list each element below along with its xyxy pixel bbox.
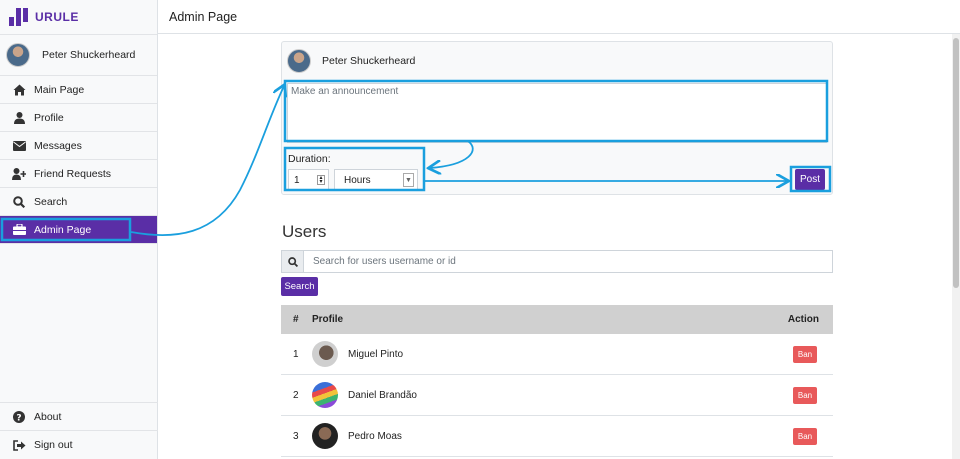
sidebar-user-name: Peter Shuckerheard [42, 49, 136, 61]
search-icon [281, 250, 304, 273]
sidebar-item-label: Search [34, 195, 68, 208]
duration-value: 1 [294, 174, 300, 186]
sidebar-item-sign-out[interactable]: Sign out [0, 431, 158, 459]
sidebar-item-friend-requests[interactable]: Friend Requests [0, 160, 157, 188]
chevron-down-icon: ▼ [403, 173, 414, 187]
sidebar-item-label: Admin Page [34, 223, 92, 236]
sidebar-item-about[interactable]: ? About [0, 403, 158, 431]
table-row: 3 Pedro Moas Ban [281, 416, 833, 457]
users-heading: Users [282, 222, 327, 241]
user-name[interactable]: Daniel Brandão [348, 390, 417, 401]
sidebar: URULE Peter Shuckerheard Main Page Profi… [0, 0, 158, 459]
table-header: # Profile Action [281, 305, 833, 334]
column-header-number: # [293, 314, 299, 325]
logo-text: URULE [35, 10, 79, 24]
sidebar-item-label: Main Page [34, 83, 85, 96]
author-name: Peter Shuckerheard [322, 55, 416, 67]
sidebar-item-search[interactable]: Search [0, 188, 157, 216]
row-number: 2 [293, 389, 299, 401]
avatar [6, 43, 30, 67]
duration-label: Duration: [288, 153, 331, 165]
user-icon [12, 111, 26, 124]
search-button[interactable]: Search [281, 277, 318, 296]
sign-out-icon [12, 439, 26, 451]
envelope-icon [12, 140, 26, 152]
search-placeholder: Search for users username or id [313, 256, 456, 267]
duration-number-input[interactable]: 1 ▴ ▾ [288, 169, 329, 191]
home-icon [12, 84, 26, 96]
announcement-author: Peter Shuckerheard [282, 42, 832, 80]
avatar [287, 49, 311, 73]
ban-button[interactable]: Ban [793, 386, 817, 404]
sidebar-item-admin-page[interactable]: Admin Page [0, 216, 157, 244]
user-name[interactable]: Miguel Pinto [348, 349, 403, 360]
duration-unit-value: Hours [344, 174, 371, 186]
announcement-textarea[interactable]: Make an announcement [287, 83, 827, 143]
scrollbar[interactable] [952, 34, 960, 459]
question-circle-icon: ? [12, 410, 26, 423]
spinner-icon[interactable]: ▴ ▾ [317, 175, 325, 185]
sidebar-footer: ? About Sign out [0, 402, 158, 459]
scrollbar-thumb[interactable] [953, 38, 959, 288]
toolbox-icon [12, 224, 26, 236]
user-avatar[interactable] [312, 423, 338, 449]
announcement-placeholder: Make an announcement [291, 86, 399, 97]
column-header-action: Action [787, 314, 819, 325]
table-row: 1 Miguel Pinto Ban [281, 334, 833, 375]
logo[interactable]: URULE [0, 0, 157, 34]
sidebar-user[interactable]: Peter Shuckerheard [0, 34, 157, 76]
user-name[interactable]: Pedro Moas [348, 431, 402, 442]
ban-button[interactable]: Ban [793, 427, 817, 445]
search-icon [12, 195, 26, 208]
sidebar-item-label: Sign out [34, 439, 73, 451]
post-button[interactable]: Post [795, 169, 825, 190]
sidebar-item-profile[interactable]: Profile [0, 104, 157, 132]
column-header-profile: Profile [312, 314, 344, 325]
user-plus-icon [12, 167, 26, 180]
row-number: 1 [293, 348, 299, 360]
sidebar-item-label: Profile [34, 111, 64, 124]
sidebar-item-messages[interactable]: Messages [0, 132, 157, 160]
user-search-group: Search for users username or id [281, 250, 833, 273]
table-row: 2 Daniel Brandão Ban [281, 375, 833, 416]
sidebar-item-label: Friend Requests [34, 167, 112, 180]
user-search-input[interactable]: Search for users username or id [304, 250, 833, 273]
announcement-card: Peter Shuckerheard Make an announcement … [281, 41, 833, 195]
logo-icon [9, 8, 28, 26]
ban-button[interactable]: Ban [793, 345, 817, 363]
user-avatar[interactable] [312, 341, 338, 367]
user-avatar[interactable] [312, 382, 338, 408]
svg-text:?: ? [16, 413, 21, 423]
sidebar-item-label: About [34, 410, 62, 423]
users-table: # Profile Action 1 Miguel Pinto Ban 2 Da… [281, 305, 833, 457]
page-header: Admin Page [158, 0, 960, 34]
sidebar-item-main-page[interactable]: Main Page [0, 76, 157, 104]
row-number: 3 [293, 430, 299, 442]
duration-unit-select[interactable]: Hours ▼ [334, 169, 418, 191]
page-title: Admin Page [169, 9, 238, 24]
sidebar-item-label: Messages [34, 139, 82, 152]
